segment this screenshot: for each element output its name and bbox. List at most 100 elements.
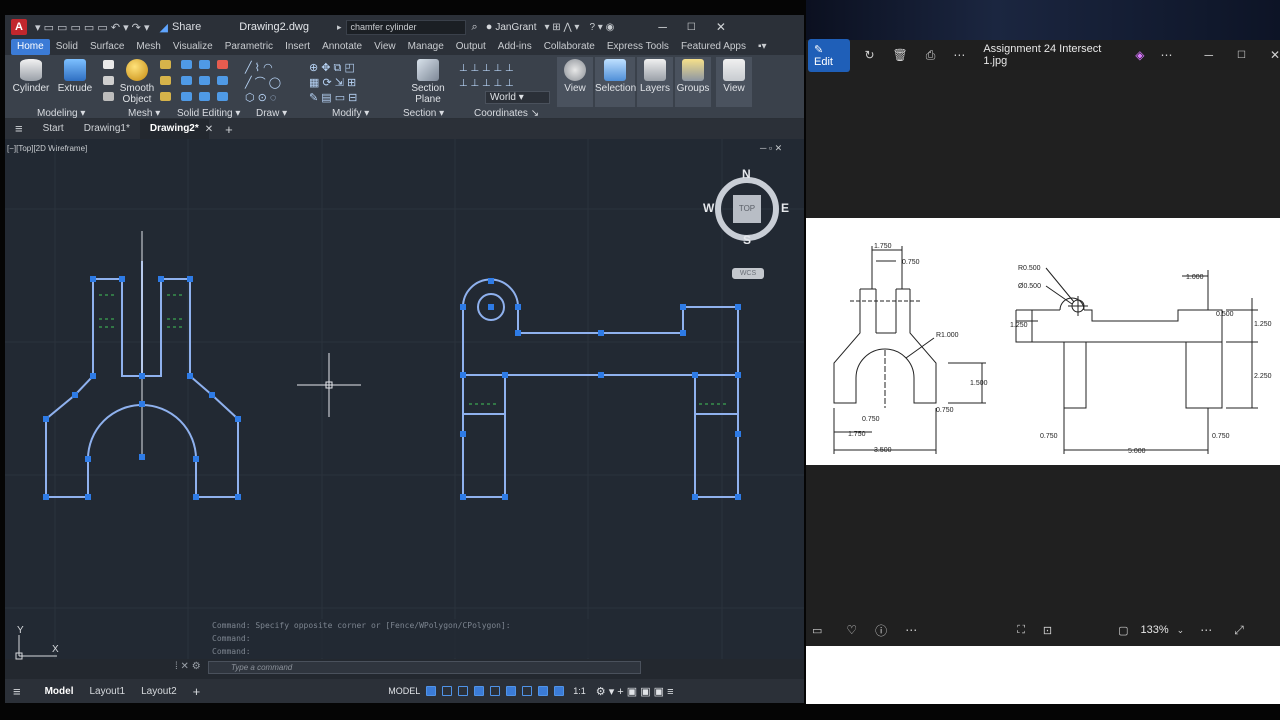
wedge-icon[interactable]	[103, 76, 114, 85]
layout-tab-layout2[interactable]: Layout2	[133, 686, 185, 697]
edit-button[interactable]: ✎ Edit	[808, 38, 851, 72]
search-icon[interactable]: ⌕	[472, 21, 478, 34]
drawing-viewport[interactable]: [−][Top][2D Wireframe] ─ ▫ ✕ TOP N S E W…	[5, 139, 804, 660]
quick-access-toolbar[interactable]: ▾ ▭ ▭ ▭ ▭ ▭ ↶ ▾ ↷ ▾	[35, 21, 149, 34]
compass-east[interactable]: E	[781, 201, 789, 215]
close-tab-icon[interactable]: ✕	[205, 124, 213, 135]
model-space-button[interactable]: MODEL	[388, 686, 420, 696]
tab-output[interactable]: Output	[450, 39, 492, 55]
user-name[interactable]: JanGrant	[495, 22, 536, 33]
annotation-scale[interactable]: 1:1	[573, 686, 586, 696]
annotation-icon[interactable]	[554, 686, 565, 696]
selection-button[interactable]: Selection	[595, 57, 636, 107]
zoom-fit-icon[interactable]: ▢	[1118, 624, 1128, 637]
compass-north[interactable]: N	[742, 167, 751, 181]
help-icon[interactable]: ? ▾ ◉	[589, 22, 614, 33]
polar-icon[interactable]	[474, 686, 485, 696]
solid-edit-icon[interactable]	[199, 76, 210, 85]
tab-insert[interactable]: Insert	[279, 39, 316, 55]
panel-mesh[interactable]: Mesh ▾	[128, 108, 160, 119]
fit-icon[interactable]: ⛶	[1017, 624, 1025, 637]
snap-icon[interactable]	[442, 686, 453, 696]
command-line-tools-icon[interactable]: ⁞ ✕ ⚙	[175, 661, 201, 672]
solid-edit-icon[interactable]	[181, 92, 192, 101]
more-icon[interactable]: ⋯	[953, 48, 965, 62]
selection-cycling-icon[interactable]	[538, 686, 549, 696]
solid-edit-icon[interactable]	[199, 60, 210, 69]
panel-solid-editing[interactable]: Solid Editing ▾	[177, 108, 240, 119]
solid-edit-icon[interactable]	[217, 60, 228, 69]
isodraft-icon[interactable]	[490, 686, 501, 696]
workspace-gear-icon[interactable]: ⚙ ▾ + ▣ ▣ ▣ ≡	[596, 685, 674, 698]
solid-edit-icon[interactable]	[199, 92, 210, 101]
ribbon-toggle-icon[interactable]: ▪▾	[752, 39, 773, 55]
viewcube[interactable]: TOP N S E W	[703, 167, 789, 249]
layers-button[interactable]: Layers	[637, 57, 673, 107]
solid-edit-icon[interactable]	[181, 76, 192, 85]
panel-modify[interactable]: Modify ▾	[332, 108, 369, 119]
smooth-object-button[interactable]: Smooth Object	[119, 59, 155, 105]
draw-tools[interactable]: ╱ ⌇ ◠ ╱ ⌒ ◯ ⬡ ⊙ ◌	[245, 61, 309, 105]
photo-image[interactable]: 1.750 0.750 R1.000 1.500 0.750 0.750 1.7…	[806, 218, 1280, 465]
tab-addins[interactable]: Add-ins	[492, 39, 538, 55]
wcs-menu[interactable]: WCS	[732, 268, 764, 279]
cylinder-button[interactable]: Cylinder	[11, 59, 51, 94]
ortho-icon[interactable]	[458, 686, 469, 696]
compass-south[interactable]: S	[743, 233, 751, 247]
tab-mesh[interactable]: Mesh	[130, 39, 166, 55]
lineweight-icon[interactable]	[522, 686, 533, 696]
close-button[interactable]: ✕	[716, 20, 726, 34]
tab-home[interactable]: Home	[11, 39, 50, 55]
minimize-button[interactable]: ─	[658, 20, 667, 34]
extrude-button[interactable]: Extrude	[55, 59, 95, 94]
tab-drawing1[interactable]: Drawing1*	[74, 119, 140, 139]
more-options-icon[interactable]: ⋯	[1160, 48, 1172, 62]
tab-solid[interactable]: Solid	[50, 39, 84, 55]
box-icon[interactable]	[103, 60, 114, 69]
delete-icon[interactable]: 🗑	[893, 48, 908, 62]
panel-modeling[interactable]: Modeling ▾	[37, 108, 85, 119]
filmstrip-icon[interactable]: ▭	[812, 624, 822, 637]
menu-icon[interactable]: ≡	[5, 119, 33, 139]
solid-edit-icon[interactable]	[217, 76, 228, 85]
tab-collaborate[interactable]: Collaborate	[538, 39, 601, 55]
share-icon[interactable]: ◢	[159, 21, 167, 34]
more-options-icon[interactable]: ⋯	[1200, 623, 1212, 637]
add-layout-icon[interactable]: +	[185, 684, 209, 699]
cart-icon[interactable]: ▾ ⊞ ⋀ ▾	[545, 22, 580, 33]
tab-parametric[interactable]: Parametric	[219, 39, 279, 55]
rotate-icon[interactable]: ↻	[864, 48, 874, 62]
tab-featured-apps[interactable]: Featured Apps	[675, 39, 752, 55]
maximize-button[interactable]: ☐	[1237, 50, 1246, 61]
more-icon[interactable]: ⋯	[905, 623, 917, 637]
grid-icon[interactable]	[426, 686, 437, 696]
viewcube-top-face[interactable]: TOP	[733, 195, 761, 223]
autocad-logo-icon[interactable]: A	[11, 19, 27, 35]
tab-visualize[interactable]: Visualize	[167, 39, 219, 55]
close-button[interactable]: ✕	[1270, 48, 1280, 62]
tab-view[interactable]: View	[368, 39, 402, 55]
solid-edit-icon[interactable]	[181, 60, 192, 69]
compass-west[interactable]: W	[703, 201, 714, 215]
info-icon[interactable]: ⓘ	[875, 622, 887, 639]
zoom-dropdown-icon[interactable]: ⌄	[1177, 625, 1185, 636]
share-button[interactable]: Share	[172, 21, 201, 33]
panel-coordinates[interactable]: Coordinates ↘	[474, 108, 539, 119]
layout-tab-model[interactable]: Model	[37, 686, 82, 697]
fullscreen-icon[interactable]: ⤢	[1234, 623, 1244, 638]
mesh-tool-icon[interactable]	[160, 60, 171, 69]
command-input[interactable]: Type a command	[208, 661, 641, 674]
actual-size-icon[interactable]: ⊡	[1043, 624, 1052, 637]
zoom-level[interactable]: 133%	[1141, 624, 1169, 636]
side-view-geometry[interactable]	[462, 278, 739, 498]
tab-surface[interactable]: Surface	[84, 39, 130, 55]
section-plane-button[interactable]: Section Plane	[408, 59, 448, 105]
print-icon[interactable]: ⎙	[926, 48, 936, 63]
panel-section[interactable]: Section ▾	[403, 108, 444, 119]
tab-annotate[interactable]: Annotate	[316, 39, 368, 55]
tab-express-tools[interactable]: Express Tools	[601, 39, 675, 55]
search-input[interactable]: chamfer cylinder	[345, 19, 466, 35]
mesh-tool-icon[interactable]	[160, 76, 171, 85]
drawing-canvas[interactable]	[5, 139, 804, 659]
osnap-icon[interactable]	[506, 686, 517, 696]
